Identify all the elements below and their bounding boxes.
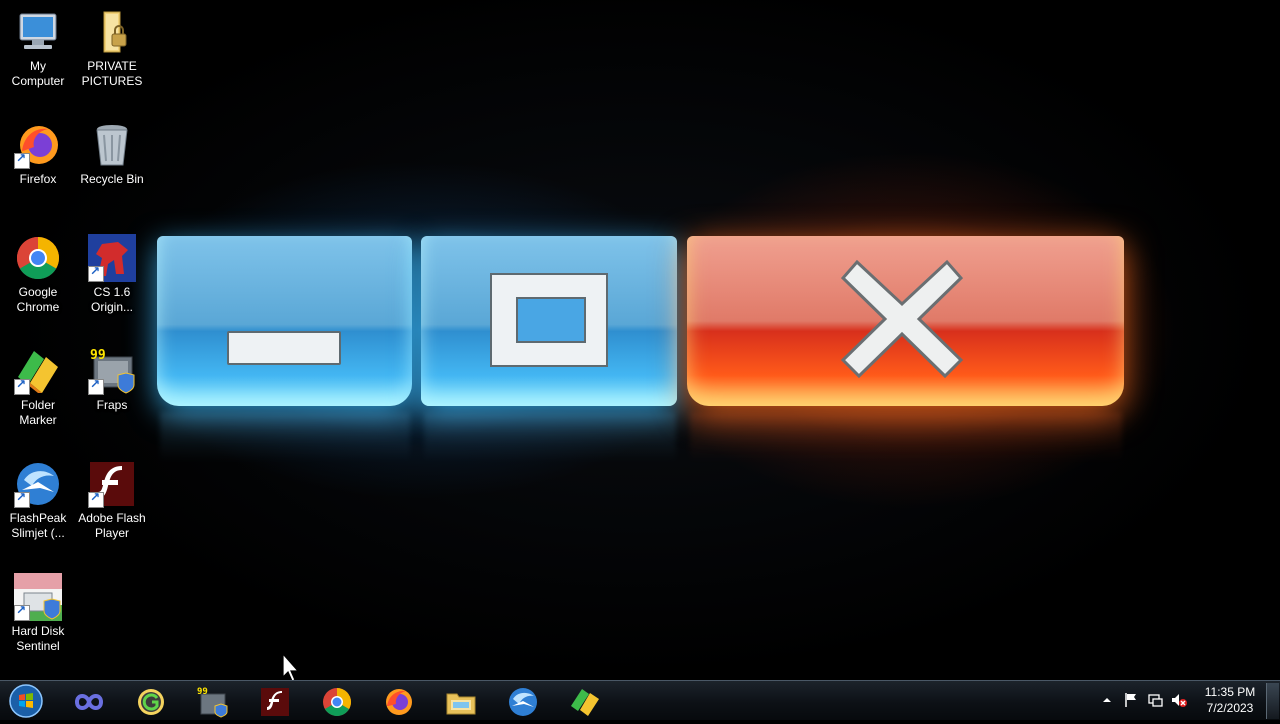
flash-player-icon [88, 460, 136, 508]
desktop-icon-label: My Computer [11, 59, 65, 88]
show-desktop-button[interactable] [1266, 683, 1279, 719]
desktop-icon-recycle-bin[interactable]: Recycle Bin [74, 121, 150, 187]
desktop-icon-label: Google Chrome [16, 285, 60, 314]
desktop-icon-label: Firefox [19, 172, 57, 186]
firefox-icon [14, 121, 62, 169]
desktop-icon-private-pictures[interactable]: PRIVATE PICTURES [74, 8, 150, 89]
fraps-icon: 99 [88, 347, 136, 395]
clock-time: 11:35 PM [1204, 685, 1256, 699]
desktop-icon-label: PRIVATE PICTURES [81, 59, 143, 88]
grammarly-icon [138, 689, 164, 715]
wallpaper-close-graphic [687, 236, 1124, 406]
locked-folder-icon [88, 8, 136, 56]
start-button[interactable] [6, 682, 46, 720]
taskbar-clock[interactable]: 11:35 PM 7/2/2023 [1196, 684, 1264, 716]
desktop-icon-label: Hard Disk Sentinel [11, 624, 65, 653]
taskbar-pinned-grammarly[interactable] [123, 682, 177, 720]
desktop-wallpaper [0, 0, 1280, 680]
desktop-icon-label: CS 1.6 Origin... [90, 285, 133, 314]
taskbar-pinned-flash-player[interactable] [247, 682, 301, 720]
wallpaper-minimize-graphic [157, 236, 412, 406]
folder-marker-icon [571, 689, 599, 716]
desktop-icon-google-chrome[interactable]: Google Chrome [0, 234, 76, 315]
chrome-icon [14, 234, 62, 282]
desktop-icon-label: Folder Marker [19, 398, 57, 427]
fraps-icon: 99 [197, 687, 228, 718]
clock-date: 7/2/2023 [1206, 701, 1254, 715]
hard-disk-sentinel-icon [14, 573, 62, 621]
desktop-icon-my-computer[interactable]: My Computer [0, 8, 76, 89]
network-icon[interactable] [1146, 691, 1164, 709]
computer-icon [14, 8, 62, 56]
desktop-icon-cs16[interactable]: CS 1.6 Origin... [74, 234, 150, 315]
wallpaper-reflection [424, 412, 676, 462]
taskbar-pinned-slimjet[interactable] [495, 682, 549, 720]
chrome-icon [323, 688, 351, 716]
desktop-icon-folder-marker[interactable]: Folder Marker [0, 347, 76, 428]
windows-start-orb-icon [9, 684, 43, 718]
desktop-icon-label: FlashPeak Slimjet (... [9, 511, 67, 540]
taskbar-pinned-firefox[interactable] [371, 682, 425, 720]
desktop-icon-label: Adobe Flash Player [78, 511, 146, 540]
desktop-icon-label: Recycle Bin [80, 172, 144, 186]
taskbar: 99 11:35 PM 7/2/2023 [0, 680, 1280, 720]
svg-text:99: 99 [197, 687, 208, 697]
show-hidden-icons-arrow[interactable] [1098, 691, 1116, 709]
wallpaper-reflection [690, 412, 1122, 462]
taskbar-pinned-folder-marker[interactable] [557, 682, 611, 720]
desktop-icon-hard-disk-sentinel[interactable]: Hard Disk Sentinel [0, 573, 76, 654]
infinity-icon [74, 694, 104, 710]
flash-player-icon [261, 688, 289, 716]
slimjet-icon [509, 688, 537, 716]
desktop-icon-adobe-flash-player[interactable]: Adobe Flash Player [74, 460, 150, 541]
taskbar-pinned-fraps[interactable]: 99 [185, 682, 239, 720]
recycle-bin-icon [88, 121, 136, 169]
counter-strike-icon [88, 234, 136, 282]
file-explorer-icon [446, 693, 476, 715]
desktop-icon-flashpeak-slimjet[interactable]: FlashPeak Slimjet (... [0, 460, 76, 541]
wallpaper-reflection [160, 412, 410, 462]
folder-marker-icon [14, 347, 62, 395]
desktop-icon-label: Fraps [96, 398, 128, 412]
svg-text:99: 99 [90, 348, 106, 363]
slimjet-icon [14, 460, 62, 508]
desktop-icon-fraps[interactable]: 99 Fraps [74, 347, 150, 413]
action-center-flag-icon[interactable] [1122, 691, 1140, 709]
firefox-icon [386, 689, 412, 715]
taskbar-pinned-infinity[interactable] [61, 682, 115, 720]
mouse-cursor-icon [282, 652, 302, 683]
taskbar-pinned-chrome[interactable] [309, 682, 363, 720]
muted-speaker-icon[interactable] [1170, 691, 1188, 709]
taskbar-pinned-file-explorer[interactable] [433, 682, 487, 720]
desktop-icon-firefox[interactable]: Firefox [0, 121, 76, 187]
wallpaper-maximize-graphic [421, 236, 677, 406]
